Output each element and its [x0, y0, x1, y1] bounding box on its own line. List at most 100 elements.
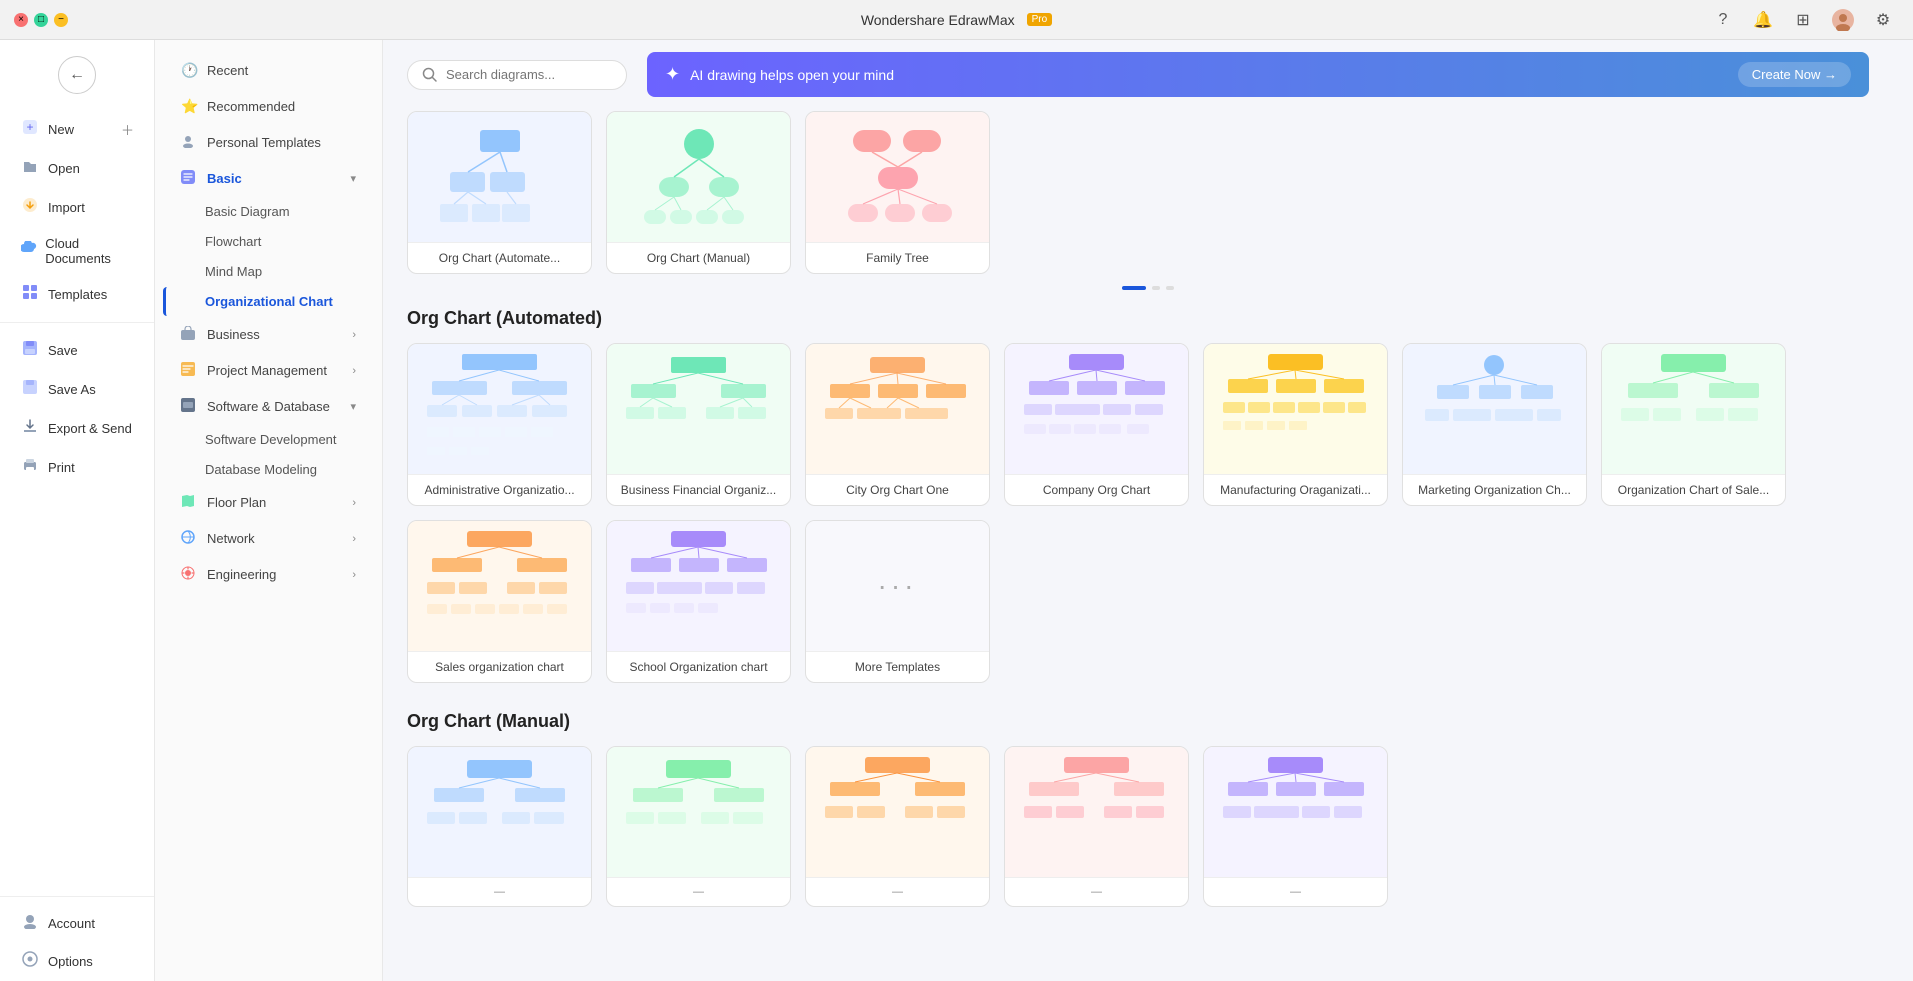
- maximize-button[interactable]: □: [34, 13, 48, 27]
- template-card-manual-5[interactable]: —: [1203, 746, 1388, 907]
- panel-item-recommended[interactable]: ⭐ Recommended: [163, 89, 374, 124]
- sidebar-item-save[interactable]: Save: [6, 332, 148, 369]
- panel-category-software[interactable]: Software & Database ▾: [163, 389, 374, 424]
- template-card-manual-2[interactable]: —: [606, 746, 791, 907]
- org-automated-grid: Administrative Organizatio...: [407, 343, 1889, 683]
- panel-sub-basic-diagram[interactable]: Basic Diagram: [163, 197, 374, 226]
- back-icon: ←: [69, 66, 85, 84]
- template-card-marketing-org[interactable]: Marketing Organization Ch...: [1402, 343, 1587, 506]
- panel-category-network-label: Network: [207, 531, 255, 546]
- sidebar-item-saveas[interactable]: Save As: [6, 371, 148, 408]
- featured-grid: Org Chart (Automate...: [407, 111, 1889, 274]
- thumb-sales-org: [408, 521, 591, 651]
- panel-category-business[interactable]: Business ›: [163, 317, 374, 352]
- template-card-manufacturing[interactable]: Manufacturing Oraganizati...: [1203, 343, 1388, 506]
- sidebar-item-account[interactable]: Account: [6, 905, 148, 942]
- import-icon: [20, 197, 40, 218]
- sidebar: ← + New ＋ Open Import: [0, 40, 155, 981]
- thumb-more: ···: [806, 521, 989, 651]
- account-icon: [20, 913, 40, 934]
- engineering-category-icon: [181, 566, 199, 583]
- dot-1: [1152, 286, 1160, 290]
- layout-icon-btn[interactable]: ⊞: [1787, 4, 1819, 36]
- sidebar-item-import[interactable]: Import: [6, 189, 148, 226]
- template-card-company-org[interactable]: Company Org Chart: [1004, 343, 1189, 506]
- panel-sub-mindmap[interactable]: Mind Map: [163, 257, 374, 286]
- thumb-biz-fin: [607, 344, 790, 474]
- ai-banner: ✦ AI drawing helps open your mind Create…: [647, 52, 1869, 97]
- minimize-button[interactable]: −: [54, 13, 68, 27]
- label-marketing-org: Marketing Organization Ch...: [1403, 474, 1586, 505]
- featured-card-org-auto[interactable]: Org Chart (Automate...: [407, 111, 592, 274]
- panel-item-recent[interactable]: 🕐 Recent: [163, 53, 374, 88]
- print-icon: [20, 457, 40, 478]
- floor-chevron-icon: ›: [352, 497, 356, 509]
- settings-icon-btn[interactable]: ⚙: [1867, 4, 1899, 36]
- panel-item-recent-label: Recent: [207, 63, 248, 78]
- panel-category-floor[interactable]: Floor Plan ›: [163, 485, 374, 520]
- featured-card-family-tree[interactable]: Family Tree: [805, 111, 990, 274]
- dot-2: [1166, 286, 1174, 290]
- options-icon: [20, 951, 40, 972]
- template-card-sales-org[interactable]: Sales organization chart: [407, 520, 592, 683]
- search-input[interactable]: [446, 67, 606, 82]
- sidebar-item-print-label: Print: [48, 460, 75, 475]
- template-card-admin-org[interactable]: Administrative Organizatio...: [407, 343, 592, 506]
- template-card-manual-4[interactable]: —: [1004, 746, 1189, 907]
- sidebar-item-export[interactable]: Export & Send: [6, 410, 148, 447]
- template-card-city-org[interactable]: City Org Chart One: [805, 343, 990, 506]
- panel-sub-flowchart[interactable]: Flowchart: [163, 227, 374, 256]
- sidebar-item-open[interactable]: Open: [6, 150, 148, 187]
- featured-card-org-manual[interactable]: Org Chart (Manual): [606, 111, 791, 274]
- label-admin-org: Administrative Organizatio...: [408, 474, 591, 505]
- thumb-city-org: [806, 344, 989, 474]
- svg-text:+: +: [26, 120, 33, 134]
- sidebar-item-saveas-label: Save As: [48, 382, 96, 397]
- panel-category-network[interactable]: Network ›: [163, 521, 374, 556]
- template-card-school-org[interactable]: School Organization chart: [606, 520, 791, 683]
- ai-banner-text: AI drawing helps open your mind: [690, 67, 1728, 83]
- sidebar-item-new[interactable]: + New ＋: [6, 111, 148, 148]
- panel-sub-sw-dev[interactable]: Software Development: [163, 425, 374, 454]
- panel-category-basic[interactable]: Basic ▾: [163, 161, 374, 196]
- panel-category-project[interactable]: Project Management ›: [163, 353, 374, 388]
- sidebar-item-print[interactable]: Print: [6, 449, 148, 486]
- panel-category-software-label: Software & Database: [207, 399, 330, 414]
- panel-category-basic-label: Basic: [207, 171, 242, 186]
- ai-icon: ✦: [665, 64, 680, 85]
- template-card-manual-3[interactable]: —: [805, 746, 990, 907]
- create-now-button[interactable]: Create Now →: [1738, 62, 1851, 87]
- help-icon-btn[interactable]: ?: [1707, 4, 1739, 36]
- close-button[interactable]: ×: [14, 13, 28, 27]
- back-button[interactable]: ←: [58, 56, 96, 94]
- panel-sub-basic-diagram-label: Basic Diagram: [205, 204, 290, 219]
- panel-sub-db-model-label: Database Modeling: [205, 462, 317, 477]
- panel-item-personal[interactable]: Personal Templates: [163, 125, 374, 160]
- sidebar-item-templates[interactable]: Templates: [6, 276, 148, 313]
- panel-category-engineering[interactable]: Engineering ›: [163, 557, 374, 592]
- sidebar-item-open-label: Open: [48, 161, 80, 176]
- template-card-more[interactable]: ··· More Templates: [805, 520, 990, 683]
- panel-sub-org-chart-label: Organizational Chart: [205, 294, 333, 309]
- panel-sub-org-chart[interactable]: Organizational Chart: [163, 287, 374, 316]
- label-manufacturing: Manufacturing Oraganizati...: [1204, 474, 1387, 505]
- app-body: ← + New ＋ Open Import: [0, 40, 1913, 981]
- panel-category-floor-label: Floor Plan: [207, 495, 266, 510]
- software-chevron-icon: ▾: [350, 400, 356, 413]
- label-sale-org: Organization Chart of Sale...: [1602, 474, 1785, 505]
- label-manual-5: —: [1204, 877, 1387, 906]
- label-more: More Templates: [806, 651, 989, 682]
- panel-sub-db-model[interactable]: Database Modeling: [163, 455, 374, 484]
- business-category-icon: [181, 326, 199, 343]
- template-card-sale-org[interactable]: Organization Chart of Sale...: [1601, 343, 1786, 506]
- user-icon-btn[interactable]: [1827, 4, 1859, 36]
- sidebar-item-options[interactable]: Options: [6, 943, 148, 980]
- personal-icon: [181, 134, 199, 151]
- sidebar-item-cloud[interactable]: Cloud Documents: [6, 228, 148, 274]
- search-box[interactable]: [407, 60, 627, 90]
- template-card-biz-fin[interactable]: Business Financial Organiz...: [606, 343, 791, 506]
- featured-label-org-manual: Org Chart (Manual): [607, 242, 790, 273]
- template-card-manual-1[interactable]: —: [407, 746, 592, 907]
- notifications-icon-btn[interactable]: 🔔: [1747, 4, 1779, 36]
- panel-item-recommended-label: Recommended: [207, 99, 295, 114]
